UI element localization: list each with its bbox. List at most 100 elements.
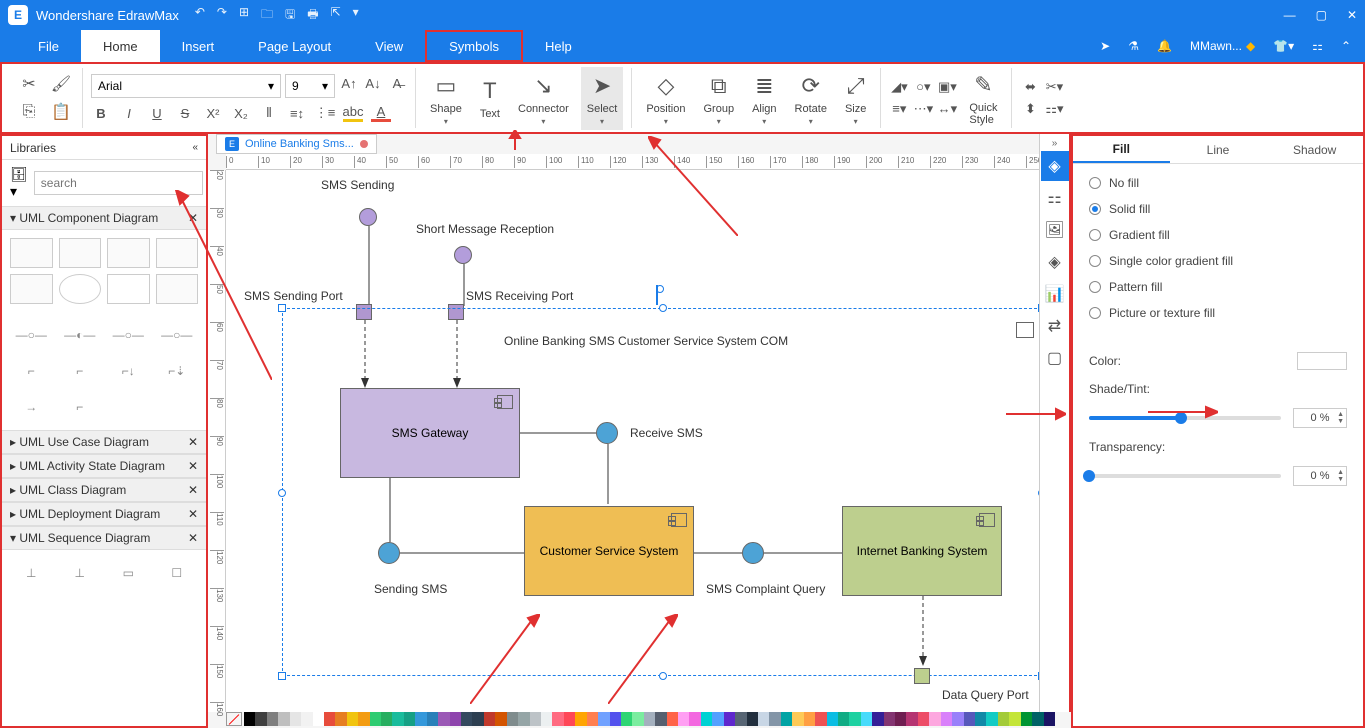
- fontsize-select[interactable]: 9▾: [285, 74, 335, 98]
- color-swatch[interactable]: [1021, 712, 1032, 726]
- color-swatch[interactable]: [644, 712, 655, 726]
- shape-thumb[interactable]: ⊥: [10, 558, 53, 588]
- shape-thumb[interactable]: [10, 274, 53, 304]
- highlight-icon[interactable]: abc: [343, 104, 363, 122]
- sameheight-icon[interactable]: ⬍: [1020, 100, 1040, 118]
- color-swatch[interactable]: [906, 712, 917, 726]
- node-sending-sms[interactable]: [378, 542, 400, 564]
- menu-file[interactable]: File: [16, 30, 81, 62]
- bullets-icon[interactable]: ⋮≡: [315, 104, 335, 122]
- rail-flow-icon[interactable]: ⇄: [1041, 311, 1069, 341]
- close-category-icon[interactable]: ✕: [188, 211, 198, 225]
- menu-home[interactable]: Home: [81, 30, 160, 62]
- color-swatch[interactable]: [827, 712, 838, 726]
- minimize-icon[interactable]: —: [1284, 8, 1296, 22]
- shade-stepper[interactable]: 0 %▲▼: [1293, 408, 1347, 428]
- color-swatch[interactable]: [530, 712, 541, 726]
- shape-thumb[interactable]: →: [10, 392, 53, 422]
- color-swatch[interactable]: [918, 712, 929, 726]
- shape-thumb[interactable]: [59, 274, 102, 304]
- color-swatch[interactable]: [769, 712, 780, 726]
- color-swatch[interactable]: [747, 712, 758, 726]
- color-swatch[interactable]: [941, 712, 952, 726]
- color-swatch[interactable]: [621, 712, 632, 726]
- close-category-icon[interactable]: ✕: [188, 459, 198, 473]
- size-tool[interactable]: ⤢Size▾: [839, 67, 872, 130]
- shape-thumb[interactable]: ⊥: [59, 558, 102, 588]
- close-category-icon[interactable]: ✕: [188, 435, 198, 449]
- undo-icon[interactable]: ↶: [195, 5, 205, 26]
- color-swatch[interactable]: [313, 712, 324, 726]
- color-swatch[interactable]: [861, 712, 872, 726]
- line-style-icon[interactable]: ≡▾: [889, 100, 909, 118]
- color-swatch[interactable]: [575, 712, 586, 726]
- collapse-ribbon-icon[interactable]: ⌃: [1341, 39, 1351, 53]
- color-swatch[interactable]: [998, 712, 1009, 726]
- menu-insert[interactable]: Insert: [160, 30, 237, 62]
- shape-thumb[interactable]: ⌐⇣: [156, 356, 199, 386]
- shape-tool[interactable]: ▭Shape▾: [424, 67, 468, 130]
- quickstyle-tool[interactable]: ✎QuickStyle: [963, 66, 1003, 130]
- line-spacing-icon[interactable]: ≡↕: [287, 104, 307, 122]
- transparency-slider[interactable]: [1089, 474, 1281, 478]
- bell-icon[interactable]: 🔔: [1157, 39, 1172, 53]
- rail-chart-icon[interactable]: 📊: [1041, 279, 1069, 309]
- apps-icon[interactable]: ⚏: [1312, 39, 1323, 53]
- shape-thumb[interactable]: [156, 238, 199, 268]
- box-ibs[interactable]: Internet Banking System: [842, 506, 1002, 596]
- underline-icon[interactable]: U: [147, 104, 167, 122]
- node-short-msg[interactable]: [454, 246, 472, 264]
- color-swatch[interactable]: [484, 712, 495, 726]
- color-swatch[interactable]: [667, 712, 678, 726]
- color-swatch[interactable]: [358, 712, 369, 726]
- text-tool[interactable]: TText: [474, 72, 506, 124]
- color-swatch[interactable]: [495, 712, 506, 726]
- color-swatch[interactable]: [598, 712, 609, 726]
- shade-slider[interactable]: [1089, 416, 1281, 420]
- arrow-style-icon[interactable]: ↔▾: [937, 100, 957, 118]
- color-swatch[interactable]: [450, 712, 461, 726]
- color-swatch[interactable]: [895, 712, 906, 726]
- color-swatch[interactable]: [758, 712, 769, 726]
- color-swatch[interactable]: [381, 712, 392, 726]
- category-sequence[interactable]: ▾ UML Sequence Diagram✕: [2, 526, 206, 550]
- color-swatch[interactable]: [781, 712, 792, 726]
- color-swatch[interactable]: [587, 712, 598, 726]
- color-swatch[interactable]: [392, 712, 403, 726]
- bold-icon[interactable]: B: [91, 104, 111, 122]
- color-swatch[interactable]: [404, 712, 415, 726]
- close-category-icon[interactable]: ✕: [188, 483, 198, 497]
- box-gateway[interactable]: SMS Gateway: [340, 388, 520, 478]
- shape-thumb[interactable]: —○—: [107, 320, 150, 350]
- radio-solid[interactable]: Solid fill: [1089, 202, 1347, 216]
- node-sms-sending[interactable]: [359, 208, 377, 226]
- shape-thumb[interactable]: —○—: [10, 320, 53, 350]
- color-swatch[interactable]: [610, 712, 621, 726]
- library-icon[interactable]: 🗄▾: [10, 166, 28, 200]
- shape-thumb[interactable]: ▭: [107, 558, 150, 588]
- shape-thumb[interactable]: [156, 274, 199, 304]
- tab-line[interactable]: Line: [1170, 136, 1267, 163]
- position-tool[interactable]: ◇Position▾: [640, 67, 691, 130]
- qat-more-icon[interactable]: ▾: [353, 5, 359, 26]
- color-swatch[interactable]: [1032, 712, 1043, 726]
- color-swatch[interactable]: [472, 712, 483, 726]
- align-tool[interactable]: ≣Align▾: [746, 67, 782, 130]
- color-swatch[interactable]: [689, 712, 700, 726]
- color-swatch[interactable]: [301, 712, 312, 726]
- color-swatch[interactable]: [884, 712, 895, 726]
- shrink-font-icon[interactable]: A↓: [363, 74, 383, 92]
- color-swatch[interactable]: [724, 712, 735, 726]
- color-swatch[interactable]: [678, 712, 689, 726]
- color-swatch[interactable]: [564, 712, 575, 726]
- category-component[interactable]: ▾ UML Component Diagram✕: [2, 206, 206, 230]
- color-swatch[interactable]: [1297, 352, 1347, 370]
- line-color-icon[interactable]: ○▾: [913, 78, 933, 96]
- connector-tool[interactable]: ↘Connector▾: [512, 67, 575, 130]
- radio-picture[interactable]: Picture or texture fill: [1089, 306, 1347, 320]
- menu-help[interactable]: Help: [523, 30, 594, 62]
- color-swatch[interactable]: [244, 712, 255, 726]
- color-swatch[interactable]: [712, 712, 723, 726]
- rail-image-icon[interactable]: 🖼: [1041, 215, 1069, 245]
- rail-layers-icon[interactable]: ◈: [1041, 247, 1069, 277]
